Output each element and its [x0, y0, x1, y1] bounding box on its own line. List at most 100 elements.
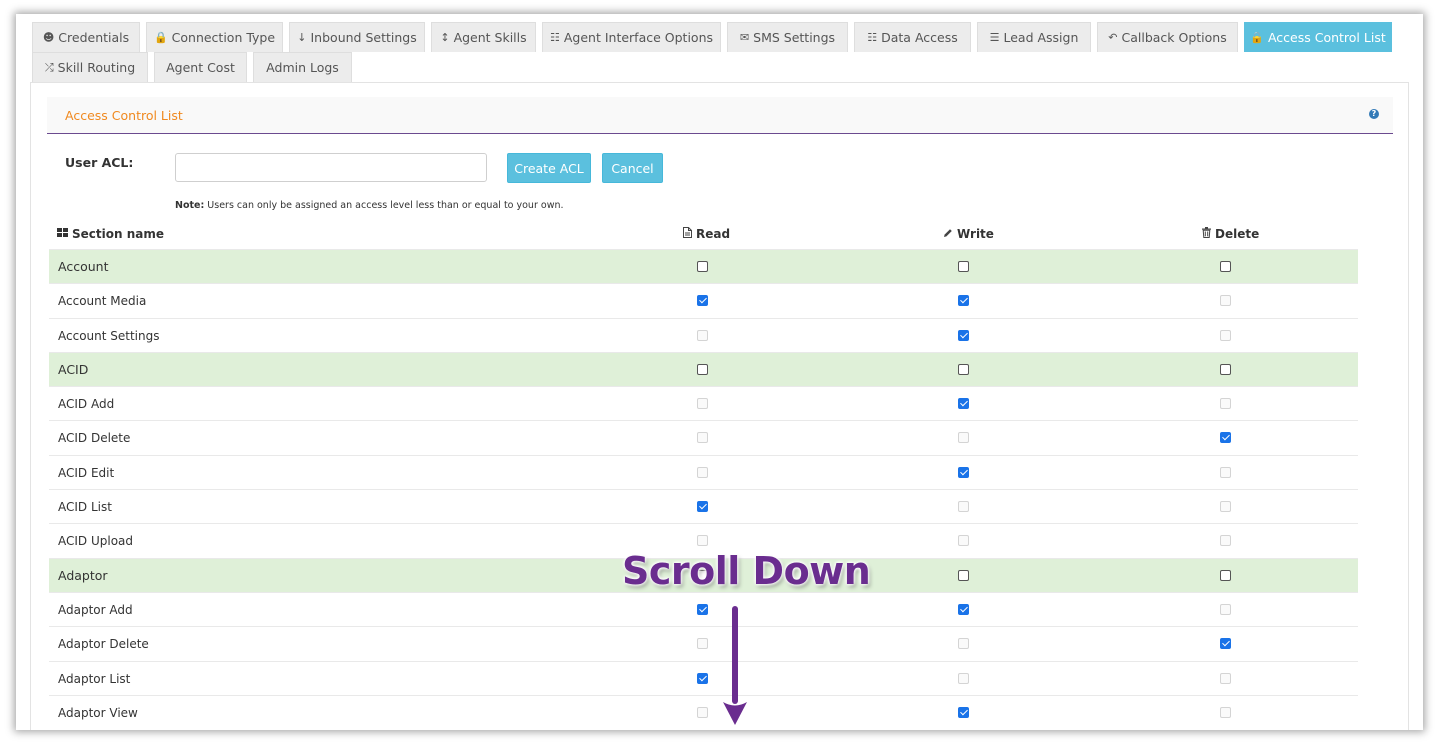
tab-agent-skills[interactable]: ↕ Agent Skills — [431, 22, 536, 52]
delete-checkbox[interactable] — [1220, 432, 1231, 444]
acl-row: ACID Edit — [49, 454, 1358, 489]
read-checkbox[interactable] — [697, 672, 708, 684]
tab-label: Inbound Settings — [310, 30, 417, 45]
tab-connection-type[interactable]: 🔒 Connection Type — [146, 22, 283, 52]
acl-row: Account Settings — [49, 317, 1358, 352]
acl-group-row: ACID — [49, 351, 1358, 387]
write-checkbox[interactable] — [958, 706, 969, 718]
app-window: ☻ Credentials 🔒 Connection Type ↓ Inbound Set… — [16, 14, 1423, 730]
tab-sms-settings[interactable]: ✉ SMS Settings — [727, 22, 848, 52]
section-name: Account Settings — [58, 328, 160, 343]
tab-bar-row-2: ⤮ Skill Routing Agent Cost Admin Logs — [32, 52, 358, 82]
acl-row: ACID List — [49, 489, 1358, 523]
read-checkbox[interactable] — [697, 295, 708, 307]
read-checkbox — [697, 329, 708, 341]
tab-lead-assign[interactable]: ☰ Lead Assign — [977, 22, 1091, 52]
column-header-write-label: Write — [957, 227, 994, 241]
tab-callback-options[interactable]: ↶ Callback Options — [1097, 22, 1238, 52]
read-checkbox — [697, 706, 708, 718]
tab-label: Data Access — [881, 30, 958, 45]
delete-checkbox[interactable] — [1220, 261, 1231, 272]
acl-row: Adaptor List — [49, 660, 1358, 695]
user-icon: ☻ — [42, 31, 55, 44]
tab-credentials[interactable]: ☻ Credentials — [32, 22, 140, 52]
section-name: Adaptor — [58, 567, 108, 583]
tab-skill-routing[interactable]: ⤮ Skill Routing — [32, 52, 148, 82]
read-checkbox[interactable] — [697, 261, 708, 272]
section-name: Account — [58, 259, 109, 274]
tab-label: Access Control List — [1267, 30, 1386, 45]
tab-agent-cost[interactable]: Agent Cost — [154, 52, 247, 82]
read-checkbox — [697, 398, 708, 410]
delete-checkbox — [1220, 706, 1231, 718]
read-checkbox — [697, 638, 708, 650]
acl-group-row: Account — [49, 249, 1358, 284]
create-acl-button[interactable]: Create ACL — [507, 153, 591, 183]
column-header-delete-label: Delete — [1215, 227, 1260, 241]
write-checkbox — [958, 432, 969, 444]
column-header-section-label: Section name — [72, 227, 164, 241]
envelope-icon: ✉ — [739, 31, 750, 44]
tab-label: Callback Options — [1121, 30, 1227, 45]
acl-row: Account Media — [49, 283, 1358, 317]
write-checkbox — [958, 501, 969, 513]
delete-checkbox[interactable] — [1220, 638, 1231, 650]
acl-row: Adaptor Add — [49, 591, 1358, 626]
acl-row: ACID Delete — [49, 420, 1358, 454]
tab-inbound-settings[interactable]: ↓ Inbound Settings — [289, 22, 425, 52]
help-icon[interactable]: ? — [1369, 109, 1379, 119]
write-checkbox[interactable] — [958, 295, 969, 307]
tab-agent-interface-options[interactable]: ☷ Agent Interface Options — [542, 22, 721, 52]
write-checkbox[interactable] — [958, 261, 969, 272]
write-checkbox[interactable] — [958, 466, 969, 478]
arrows-vertical-icon: ↕ — [440, 31, 450, 44]
delete-checkbox — [1220, 295, 1231, 307]
cancel-button[interactable]: Cancel — [602, 153, 663, 183]
tab-label: Agent Interface Options — [563, 30, 713, 45]
delete-checkbox[interactable] — [1220, 363, 1231, 375]
write-checkbox[interactable] — [958, 569, 969, 581]
delete-checkbox — [1220, 672, 1231, 684]
read-checkbox[interactable] — [697, 501, 708, 513]
note-label: Note: — [175, 200, 205, 211]
tab-data-access[interactable]: ☷ Data Access — [854, 22, 971, 52]
write-checkbox[interactable] — [958, 363, 969, 375]
read-checkbox — [697, 535, 708, 547]
write-checkbox[interactable] — [958, 398, 969, 410]
column-header-write: Write — [943, 227, 994, 241]
tab-label: Agent Skills — [453, 30, 527, 45]
acl-row: Adaptor Delete — [49, 626, 1358, 660]
write-checkbox[interactable] — [958, 329, 969, 341]
delete-checkbox[interactable] — [1220, 569, 1231, 581]
tab-label: Credentials — [58, 30, 130, 45]
read-checkbox[interactable] — [697, 363, 708, 375]
delete-checkbox — [1220, 501, 1231, 513]
section-name: ACID Edit — [58, 465, 115, 480]
section-name: ACID Add — [58, 397, 115, 412]
read-checkbox[interactable] — [697, 603, 708, 615]
write-checkbox — [958, 672, 969, 684]
acl-row: ACID Add — [49, 386, 1358, 420]
delete-checkbox — [1220, 603, 1231, 615]
lock-icon: 🔒 — [153, 31, 168, 44]
tab-label: Admin Logs — [266, 60, 339, 75]
tab-label: Agent Cost — [166, 60, 235, 75]
column-header-read-label: Read — [696, 227, 731, 241]
section-name: Adaptor List — [58, 671, 131, 686]
delete-checkbox — [1220, 329, 1231, 341]
tab-admin-logs[interactable]: Admin Logs — [253, 52, 352, 82]
tab-label: Connection Type — [171, 30, 276, 45]
write-checkbox[interactable] — [958, 603, 969, 615]
column-header-read: Read — [683, 227, 730, 241]
th-large-icon — [57, 227, 68, 241]
grid-icon: ☷ — [867, 31, 878, 44]
list-ordered-icon: ☰ — [989, 31, 1000, 44]
grid-icon: ☷ — [549, 31, 560, 44]
section-name: ACID List — [58, 500, 112, 515]
acl-row: Adaptor View — [49, 694, 1358, 729]
user-acl-input[interactable] — [175, 153, 487, 182]
section-name: Adaptor Add — [58, 602, 133, 617]
delete-checkbox — [1220, 535, 1231, 547]
acl-table: Account Account Media Account Settings ACID… — [49, 249, 1358, 729]
tab-access-control-list[interactable]: 🔒 Access Control List — [1244, 22, 1392, 52]
